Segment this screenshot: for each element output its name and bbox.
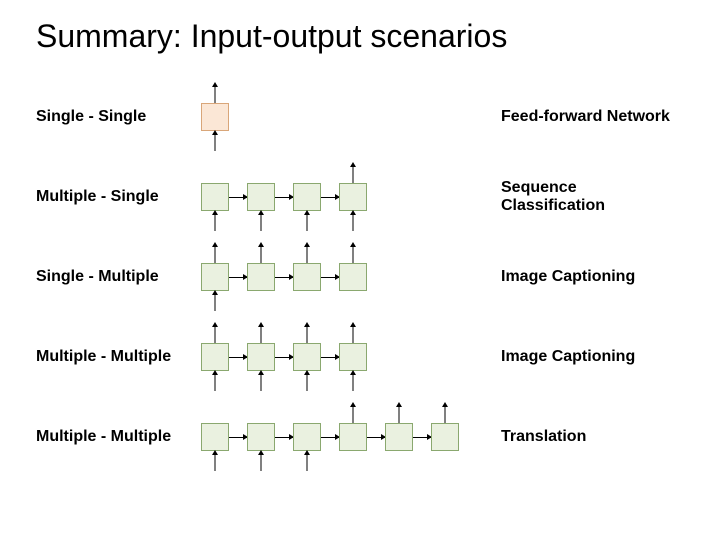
- arrow-up-icon: [260, 243, 262, 263]
- arrow-right-icon: [321, 357, 339, 358]
- scenario-row: Multiple - Single Sequence Classificatio…: [36, 157, 680, 237]
- arrow-up-icon: [214, 323, 216, 343]
- rnn-cell-icon: [247, 183, 275, 211]
- rnn-cell-icon: [247, 263, 275, 291]
- scenario-type-label: Multiple - Multiple: [36, 428, 201, 446]
- arrow-up-icon: [260, 323, 262, 343]
- rnn-cell-icon: [293, 343, 321, 371]
- scenario-example-label: Image Captioning: [481, 348, 680, 366]
- scenario-type-label: Single - Single: [36, 108, 201, 126]
- arrow-right-icon: [229, 277, 247, 278]
- arrow-up-icon: [306, 243, 308, 263]
- arrow-up-icon: [352, 211, 354, 231]
- arrow-up-icon: [260, 451, 262, 471]
- arrow-up-icon: [352, 243, 354, 263]
- arrow-up-icon: [398, 403, 400, 423]
- arrow-up-icon: [352, 403, 354, 423]
- scenario-example-label: Sequence Classification: [481, 179, 680, 215]
- arrow-up-icon: [214, 211, 216, 231]
- arrow-up-icon: [352, 323, 354, 343]
- arrow-right-icon: [321, 197, 339, 198]
- scenario-type-label: Multiple - Multiple: [36, 348, 201, 366]
- diagram-single-single: [201, 83, 481, 151]
- scenario-type-label: Multiple - Single: [36, 188, 201, 206]
- arrow-up-icon: [352, 163, 354, 183]
- arrow-right-icon: [229, 197, 247, 198]
- scenario-example-label: Feed-forward Network: [481, 108, 680, 126]
- arrow-up-icon: [306, 451, 308, 471]
- diagram-multiple-multiple-seq2seq: [201, 403, 481, 471]
- arrow-right-icon: [367, 437, 385, 438]
- diagram-multiple-multiple-sync: [201, 323, 481, 391]
- rnn-cell-icon: [293, 183, 321, 211]
- arrow-right-icon: [275, 437, 293, 438]
- scenario-row: Multiple - Multiple Image Captioning: [36, 317, 680, 397]
- rnn-cell-icon: [201, 423, 229, 451]
- arrow-up-icon: [306, 211, 308, 231]
- rnn-cell-icon: [339, 423, 367, 451]
- arrow-up-icon: [214, 291, 216, 311]
- rnn-cell-icon: [293, 423, 321, 451]
- arrow-right-icon: [321, 437, 339, 438]
- arrow-up-icon: [260, 371, 262, 391]
- arrow-up-icon: [214, 131, 216, 151]
- rnn-cell-icon: [201, 183, 229, 211]
- rnn-cell-icon: [385, 423, 413, 451]
- slide-title: Summary: Input-output scenarios: [36, 18, 680, 55]
- rnn-cell-icon: [431, 423, 459, 451]
- rnn-cell-icon: [247, 343, 275, 371]
- arrow-up-icon: [306, 323, 308, 343]
- arrow-up-icon: [444, 403, 446, 423]
- rnn-cell-icon: [293, 263, 321, 291]
- rnn-cell-icon: [201, 263, 229, 291]
- arrow-up-icon: [352, 371, 354, 391]
- arrow-right-icon: [275, 197, 293, 198]
- diagram-multiple-single: [201, 163, 481, 231]
- rnn-cell-icon: [247, 423, 275, 451]
- rnn-cell-icon: [339, 343, 367, 371]
- arrow-up-icon: [214, 451, 216, 471]
- scenario-type-label: Single - Multiple: [36, 268, 201, 286]
- rnn-cell-icon: [339, 183, 367, 211]
- arrow-right-icon: [413, 437, 431, 438]
- scenario-row: Single - Multiple Image Captioning: [36, 237, 680, 317]
- scenario-row: Single - Single Feed-forward Network: [36, 77, 680, 157]
- arrow-up-icon: [214, 243, 216, 263]
- arrow-right-icon: [321, 277, 339, 278]
- rnn-cell-icon: [339, 263, 367, 291]
- diagram-single-multiple: [201, 243, 481, 311]
- arrow-right-icon: [229, 357, 247, 358]
- arrow-up-icon: [214, 371, 216, 391]
- rnn-cell-icon: [201, 103, 229, 131]
- scenario-example-label: Image Captioning: [481, 268, 680, 286]
- arrow-right-icon: [275, 357, 293, 358]
- scenario-example-label: Translation: [481, 428, 680, 446]
- scenario-row: Multiple - Multiple: [36, 397, 680, 477]
- arrow-up-icon: [260, 211, 262, 231]
- arrow-up-icon: [306, 371, 308, 391]
- arrow-up-icon: [214, 83, 216, 103]
- arrow-right-icon: [229, 437, 247, 438]
- rnn-cell-icon: [201, 343, 229, 371]
- arrow-right-icon: [275, 277, 293, 278]
